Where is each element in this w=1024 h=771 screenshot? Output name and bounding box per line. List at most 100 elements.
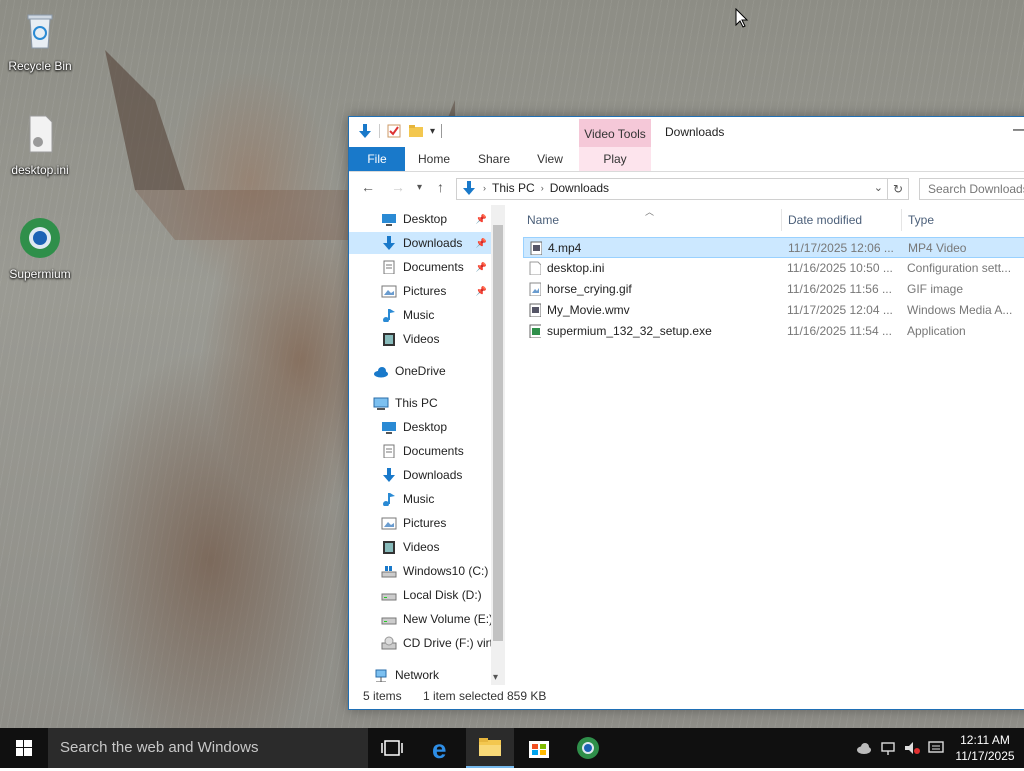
task-view-button[interactable] [368,728,416,768]
sidebar-item-quick-pictures[interactable]: Pictures 📌 [349,280,491,302]
sidebar-item-pc-cd-drive-f-virt[interactable]: CD Drive (F:) virt [349,632,491,654]
column-divider[interactable] [781,209,782,231]
onedrive-cloud-icon[interactable] [856,740,872,756]
drive-icon [381,617,397,625]
customize-toolbar-chevron-icon[interactable]: ▾ [430,126,435,137]
sidebar-item-pc-pictures[interactable]: Pictures [349,512,491,534]
toolbar-divider [379,124,380,138]
image-file-icon [529,282,541,296]
desktop-icon-label: desktop.ini [11,163,69,177]
column-header-type[interactable]: Type [908,213,934,227]
recent-locations-chevron-icon[interactable]: ▾ [417,182,422,193]
search-input[interactable]: Search Downloads [919,178,1024,200]
sidebar-item-pc-downloads[interactable]: Downloads [349,464,491,486]
file-explorer-window[interactable]: ▾ Video Tools Downloads — File Home Shar… [348,116,1024,710]
properties-icon[interactable] [386,123,402,139]
action-center-icon[interactable] [928,740,944,756]
sidebar-item-pc-local-disk-d[interactable]: Local Disk (D:) [349,584,491,606]
file-row[interactable]: desktop.ini 11/16/2025 10:50 ... Configura… [523,258,1024,279]
breadcrumb-this-pc[interactable]: This PC [492,181,535,195]
desktop-icon-desktop-ini[interactable]: desktop.ini [2,112,78,177]
tab-view[interactable]: View [527,147,573,171]
taskbar-store-button[interactable] [515,728,563,768]
new-folder-icon[interactable] [408,123,424,139]
status-bar: 5 items 1 item selected 859 KB [349,685,1024,707]
sidebar-item-quick-documents[interactable]: Documents 📌 [349,256,491,278]
video-file-icon [529,303,541,317]
file-name: horse_crying.gif [547,282,632,296]
file-row[interactable]: My_Movie.wmv 11/17/2025 12:04 ... Windows … [523,300,1024,321]
tab-play[interactable]: Play [579,147,651,171]
nav-item-label: Desktop [403,212,448,226]
desktop-icon-label: Recycle Bin [8,59,72,73]
file-date-modified: 11/16/2025 11:56 ... [787,282,892,296]
sidebar-item-pc-music[interactable]: Music [349,488,491,510]
pictures-icon [381,517,397,530]
address-dropdown-chevron-icon[interactable]: ⌄ [874,181,883,194]
file-row[interactable]: supermium_132_32_setup.exe 11/16/2025 11:… [523,321,1024,342]
sidebar-item-pc-videos[interactable]: Videos [349,536,491,558]
file-date-modified: 11/17/2025 12:06 ... [788,241,894,255]
column-header-date-modified[interactable]: Date modified [788,213,862,227]
forward-arrow-icon[interactable]: → [391,179,405,195]
breadcrumb: › This PC › Downloads [461,181,609,195]
file-name: desktop.ini [547,261,605,275]
volume-muted-icon[interactable] [904,740,920,756]
taskbar-edge-button[interactable]: e [418,728,466,768]
sidebar-item-pc-desktop[interactable]: Desktop [349,416,491,438]
taskbar-search-input[interactable]: Search the web and Windows [48,728,368,768]
sidebar-item-quick-music[interactable]: Music [349,304,491,326]
navigation-scrollbar[interactable]: ▾ [491,205,505,685]
column-header-name[interactable]: Name [527,213,559,227]
tab-home[interactable]: Home [411,147,457,171]
taskbar-file-explorer-button[interactable] [466,728,514,768]
network-icon[interactable] [880,740,896,756]
taskbar-supermium-button[interactable] [564,728,612,768]
installer-icon [529,324,541,338]
video-tools-context-label: Video Tools [579,119,651,147]
supermium-browser-icon [20,218,60,258]
desktop-icon-recycle-bin[interactable]: Recycle Bin [2,8,78,73]
sidebar-item-pc-new-volume-e[interactable]: New Volume (E:) [349,608,491,630]
sidebar-item-this-pc[interactable]: This PC [349,392,491,414]
file-row[interactable]: 4.mp4 11/17/2025 12:06 ... MP4 Video [523,237,1024,258]
sidebar-item-pc-windows10-c[interactable]: Windows10 (C:) [349,560,491,582]
start-button[interactable] [0,728,48,768]
nav-item-label: Downloads [403,468,463,482]
taskbar-clock[interactable]: 12:11 AM 11/17/2025 [950,732,1020,764]
sidebar-item-quick-downloads[interactable]: Downloads 📌 [349,232,491,254]
sidebar-item-onedrive[interactable]: OneDrive [349,360,491,382]
nav-item-label: Network [395,668,440,682]
scroll-down-arrow-icon[interactable]: ▾ [493,672,498,683]
desktop-icon-supermium[interactable]: Supermium [2,216,78,281]
sidebar-item-pc-documents[interactable]: Documents [349,440,491,462]
nav-item-label: Videos [403,332,440,346]
ribbon-tabs: File Home Share View Play [349,147,1024,172]
sidebar-item-quick-videos[interactable]: Videos [349,328,491,350]
download-arrow-icon [383,236,395,250]
breadcrumb-downloads[interactable]: Downloads [550,181,609,195]
breadcrumb-separator-icon: › [483,183,486,193]
nav-item-label: Music [403,492,435,506]
navigation-pane: Desktop 📌 Downloads 📌 Documents 📌 Pictures 📌 Mus… [349,205,505,685]
sidebar-item-network[interactable]: Network [349,664,491,685]
nav-item-label: Videos [403,540,440,554]
address-bar[interactable]: › This PC › Downloads ⌄ [456,178,888,200]
column-divider[interactable] [901,209,902,231]
cd-drive-icon [381,636,397,650]
sidebar-item-quick-desktop[interactable]: Desktop 📌 [349,208,491,230]
download-arrow-icon [383,468,395,482]
refresh-button[interactable]: ↻ [887,178,909,200]
tab-share[interactable]: Share [469,147,519,171]
mouse-cursor-icon [735,8,749,28]
up-arrow-icon[interactable]: ↑ [437,179,444,195]
desktop-icon [382,422,396,434]
file-row[interactable]: horse_crying.gif 11/16/2025 11:56 ... GIF … [523,279,1024,300]
tab-file[interactable]: File [349,147,405,171]
download-arrow-icon[interactable] [357,123,373,139]
taskbar: Search the web and Windows e 12:11 AM 11… [0,728,1024,768]
back-arrow-icon[interactable]: ← [361,179,375,195]
scrollbar-thumb[interactable] [493,225,503,641]
title-bar[interactable]: ▾ Video Tools Downloads — [349,117,1024,147]
minimize-button[interactable]: — [1013,121,1024,139]
